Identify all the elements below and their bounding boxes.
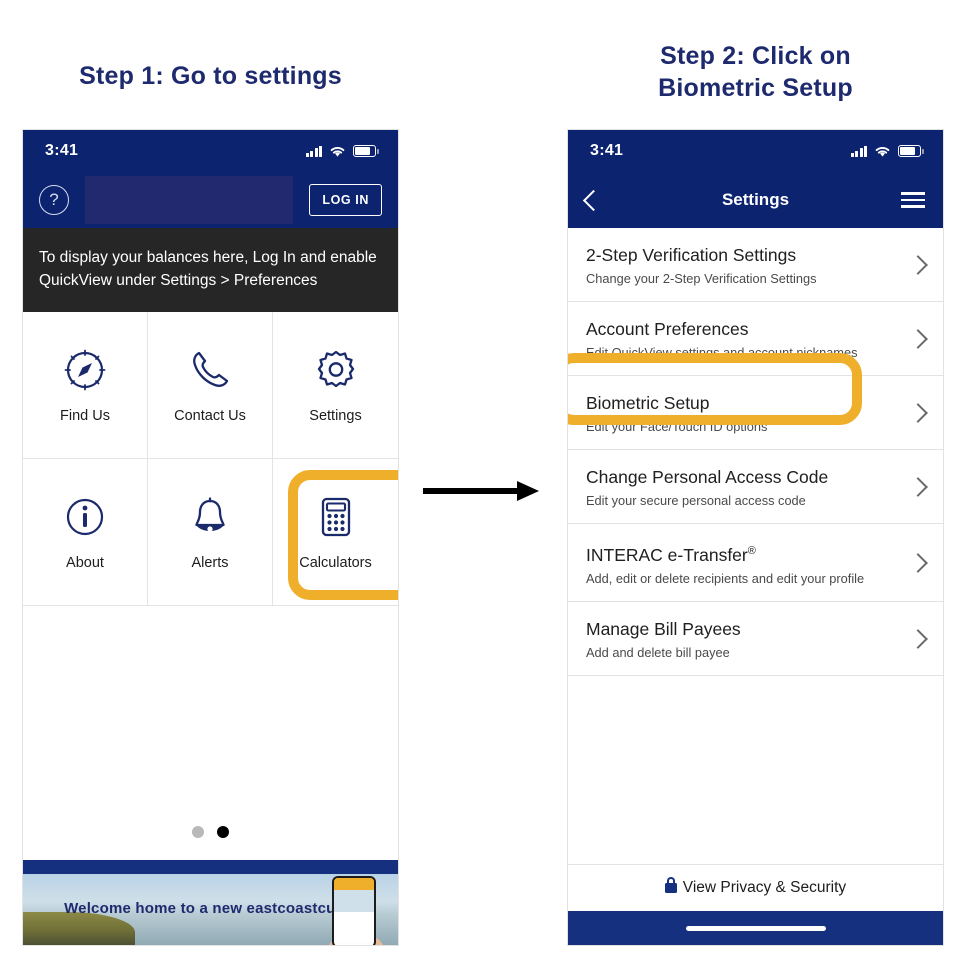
- tile-label-find-us: Find Us: [60, 408, 110, 424]
- step-2-title-line2: Biometric Setup: [658, 74, 853, 102]
- tile-label-alerts: Alerts: [191, 555, 229, 571]
- settings-row-title: Manage Bill Payees: [586, 618, 741, 639]
- settings-row-manage-bill-payees[interactable]: Manage Bill Payees Add and delete bill p…: [568, 602, 943, 676]
- settings-row-subtitle: Add, edit or delete recipients and edit …: [586, 570, 865, 586]
- balance-message: To display your balances here, Log In an…: [23, 228, 398, 312]
- wifi-icon: [875, 146, 890, 157]
- tile-alerts[interactable]: Alerts: [148, 459, 273, 606]
- chevron-right-icon: [908, 329, 928, 349]
- right-home-bar: [568, 911, 943, 945]
- left-status-bar: 3:41: [23, 130, 398, 172]
- settings-list: 2-Step Verification Settings Change your…: [568, 228, 943, 676]
- quick-actions-grid: Find Us Contact Us Settings About Alerts…: [23, 312, 398, 606]
- tile-contact-us[interactable]: Contact Us: [148, 312, 273, 459]
- tile-settings[interactable]: Settings: [273, 312, 398, 459]
- settings-row-account-preferences[interactable]: Account Preferences Edit QuickView setti…: [568, 302, 943, 376]
- chevron-right-icon: [908, 477, 928, 497]
- battery-icon: [353, 145, 379, 157]
- gear-icon: [317, 350, 354, 388]
- right-status-time: 3:41: [590, 142, 624, 159]
- step-2-title: Step 2: Click on Biometric Setup: [568, 40, 943, 104]
- compass-icon: [64, 349, 106, 391]
- log-in-button[interactable]: LOG IN: [309, 184, 382, 216]
- calculator-icon: [321, 497, 350, 537]
- page-title: Settings: [721, 190, 790, 209]
- tile-label-settings: Settings: [309, 408, 362, 424]
- view-privacy-security-link[interactable]: View Privacy & Security: [568, 864, 943, 911]
- left-phone-screenshot: 3:41 ? LOG IN To display your balances h…: [23, 130, 398, 945]
- wifi-icon: [330, 146, 345, 157]
- settings-row-title: 2-Step Verification Settings: [586, 245, 797, 265]
- privacy-label: View Privacy & Security: [682, 879, 847, 896]
- right-phone-screenshot: 3:41 Settings 2-Step Verification Settin…: [568, 130, 943, 945]
- pager-dot-1[interactable]: [192, 826, 204, 838]
- phone-icon: [193, 351, 229, 387]
- right-status-icons: [850, 145, 924, 158]
- tile-find-us[interactable]: Find Us: [23, 312, 148, 459]
- tile-about[interactable]: About: [23, 459, 148, 606]
- left-nav-bar: ? LOG IN: [23, 172, 398, 228]
- battery-icon: [898, 145, 924, 157]
- tile-label-contact-us: Contact Us: [174, 408, 246, 424]
- settings-row-subtitle: Edit QuickView settings and account nick…: [586, 345, 858, 360]
- settings-row-subtitle: Edit your secure personal access code: [586, 493, 806, 508]
- left-status-time: 3:41: [45, 142, 79, 159]
- carousel-pager: [23, 826, 398, 838]
- bell-icon: [195, 497, 225, 532]
- settings-row-title: INTERAC e-Transfer®: [586, 539, 901, 567]
- chevron-right-icon: [908, 255, 928, 275]
- promo-phone-mockup: [332, 876, 376, 945]
- right-arrow-icon: [423, 481, 539, 501]
- right-status-bar: 3:41: [568, 130, 943, 172]
- registered-trademark-symbol: ®: [747, 545, 756, 557]
- left-status-icons: [305, 145, 379, 158]
- settings-row-subtitle: Add and delete bill payee: [586, 644, 730, 660]
- info-circle-icon: [66, 498, 104, 536]
- pager-dot-2[interactable]: [217, 826, 229, 838]
- settings-row-title-text: INTERAC e-Transfer: [586, 544, 748, 565]
- tile-label-calculators: Calculators: [299, 555, 372, 571]
- chevron-right-icon: [908, 553, 928, 573]
- step-1-title: Step 1: Go to settings: [79, 62, 342, 90]
- step-2-title-line1: Step 2: Click on: [660, 42, 851, 70]
- settings-row-interac-e-transfer[interactable]: INTERAC e-Transfer® Add, edit or delete …: [568, 524, 943, 602]
- tile-label-about: About: [66, 555, 104, 571]
- question-mark-icon[interactable]: ?: [39, 185, 69, 215]
- hamburger-menu-icon[interactable]: [901, 192, 925, 208]
- settings-row-subtitle: Edit your Face/Touch ID options: [586, 419, 768, 434]
- tile-calculators[interactable]: Calculators: [273, 459, 398, 606]
- settings-row-2-step-verification[interactable]: 2-Step Verification Settings Change your…: [568, 228, 943, 302]
- cellular-signal-icon: [850, 145, 867, 157]
- promo-banner[interactable]: Welcome home to a new eastcoastcu.ca: [23, 860, 398, 945]
- settings-row-title: Biometric Setup: [586, 393, 710, 413]
- home-indicator[interactable]: [685, 925, 826, 931]
- settings-row-title: Account Preferences: [586, 319, 749, 339]
- lock-icon: [664, 877, 677, 893]
- chevron-right-icon: [908, 403, 928, 423]
- settings-row-title: Change Personal Access Code: [586, 467, 829, 487]
- cellular-signal-icon: [305, 145, 322, 157]
- chevron-right-icon: [908, 628, 928, 649]
- settings-row-biometric-setup[interactable]: Biometric Setup Edit your Face/Touch ID …: [568, 376, 943, 450]
- settings-nav-bar: Settings: [568, 172, 943, 228]
- settings-row-change-personal-access-code[interactable]: Change Personal Access Code Edit your se…: [568, 450, 943, 524]
- bank-logo: [85, 176, 294, 224]
- settings-row-subtitle: Change your 2-Step Verification Settings: [586, 271, 817, 286]
